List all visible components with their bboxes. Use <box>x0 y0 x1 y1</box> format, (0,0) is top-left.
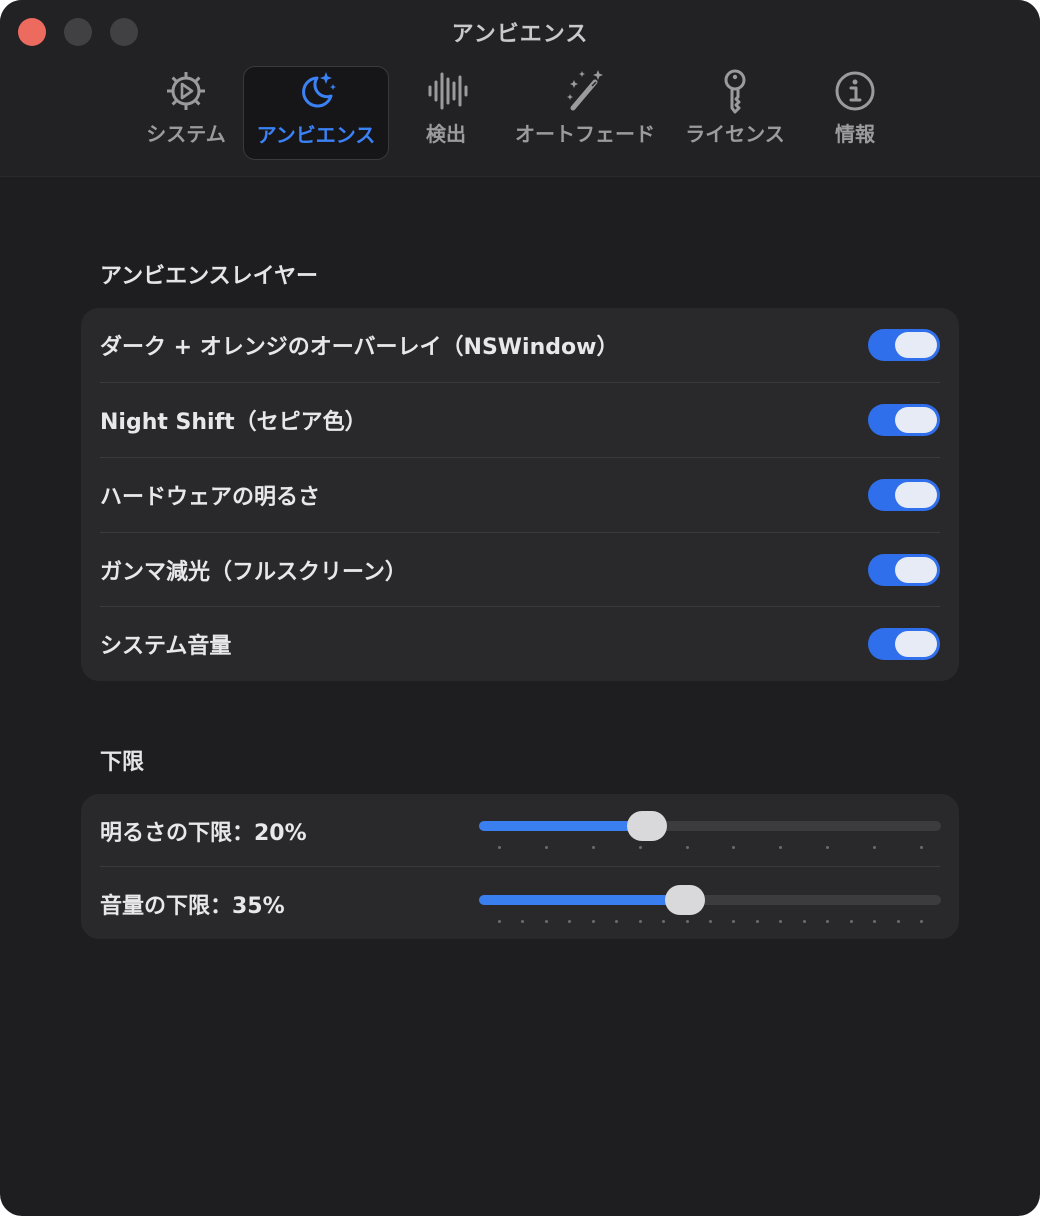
toggle-label: ガンマ減光（フルスクリーン） <box>100 560 407 585</box>
toggle-knob <box>895 482 937 508</box>
tab-label: 検出 <box>426 122 466 146</box>
slider-fill <box>479 821 647 831</box>
slider-tick <box>591 846 595 849</box>
list-item: ダーク + オレンジのオーバーレイ（NSWindow） <box>100 308 940 382</box>
toggle-label: ダーク + オレンジのオーバーレイ（NSWindow） <box>100 335 619 360</box>
toggle-label: システム音量 <box>100 634 232 659</box>
key-icon <box>712 66 758 116</box>
slider-label: 音量の下限：35% <box>100 894 285 919</box>
toggle-knob <box>895 332 937 358</box>
section-title-limits: 下限 <box>100 750 145 775</box>
toggle-label: ハードウェアの明るさ <box>100 485 321 510</box>
slider-tick <box>498 920 501 923</box>
layers-card: ダーク + オレンジのオーバーレイ（NSWindow） Night Shift（… <box>81 308 959 681</box>
gamma-dimming-toggle[interactable] <box>868 554 940 586</box>
gear-play-icon <box>163 66 209 116</box>
slider-tick <box>638 920 642 923</box>
tab-info[interactable]: 情報 <box>810 66 900 158</box>
slider-tick <box>755 920 759 923</box>
section-title-layers: アンビエンスレイヤー <box>100 264 319 289</box>
slider-tick <box>896 920 900 923</box>
moon-stars-icon <box>293 67 339 117</box>
slider-tick <box>920 846 923 849</box>
slider-tick <box>920 920 923 923</box>
tab-system[interactable]: システム <box>126 66 246 158</box>
slider-tick <box>685 846 689 849</box>
slider-tick <box>544 846 548 849</box>
list-item: システム音量 <box>100 607 940 681</box>
night-shift-toggle[interactable] <box>868 404 940 436</box>
slider-thumb[interactable] <box>626 811 667 841</box>
tab-label: システム <box>146 122 226 146</box>
slider-tick <box>709 920 712 923</box>
tab-license[interactable]: ライセンス <box>680 66 790 158</box>
tab-autofade[interactable]: オートフェード <box>510 66 660 158</box>
toolbar: アンビエンス システム アンビエンス 検出 オートフェード ライセンス 情報 <box>0 0 1040 177</box>
list-item: Night Shift（セピア色） <box>100 383 940 457</box>
brightness-min-slider[interactable] <box>479 806 941 849</box>
slider-tick <box>685 920 689 923</box>
list-item: ガンマ減光（フルスクリーン） <box>100 533 940 607</box>
slider-label: 明るさの下限：20% <box>100 821 307 846</box>
toggle-label: Night Shift（セピア色） <box>100 410 367 435</box>
overlay-toggle[interactable] <box>868 329 940 361</box>
tab-ambience[interactable]: アンビエンス <box>243 66 389 160</box>
tab-detection[interactable]: 検出 <box>396 66 496 158</box>
toggle-knob <box>895 631 937 657</box>
tab-label: 情報 <box>835 122 875 146</box>
volume-min-slider[interactable] <box>479 880 941 923</box>
tab-label: アンビエンス <box>256 123 376 147</box>
slider-tick <box>849 920 853 923</box>
preferences-window: アンビエンス システム アンビエンス 検出 オートフェード ライセンス 情報 ア… <box>0 0 1040 1216</box>
toggle-knob <box>895 407 937 433</box>
toggle-knob <box>895 557 937 583</box>
slider-tick <box>802 920 806 923</box>
slider-tick <box>544 920 548 923</box>
waveform-icon <box>423 66 469 116</box>
slider-fill <box>479 895 685 905</box>
slider-tick <box>638 846 642 849</box>
limits-card: 明るさの下限：20% 音量の下限：35% <box>81 794 959 939</box>
magic-wand-icon <box>562 66 608 116</box>
window-title: アンビエンス <box>451 22 589 47</box>
list-item: ハードウェアの明るさ <box>100 458 940 532</box>
slider-tick <box>591 920 595 923</box>
slider-thumb[interactable] <box>664 885 705 915</box>
hardware-brightness-toggle[interactable] <box>868 479 940 511</box>
tab-label: ライセンス <box>685 122 785 146</box>
tab-label: オートフェード <box>515 122 655 146</box>
slider-tick <box>498 846 501 849</box>
info-circle-icon <box>832 66 878 116</box>
system-volume-toggle[interactable] <box>868 628 940 660</box>
